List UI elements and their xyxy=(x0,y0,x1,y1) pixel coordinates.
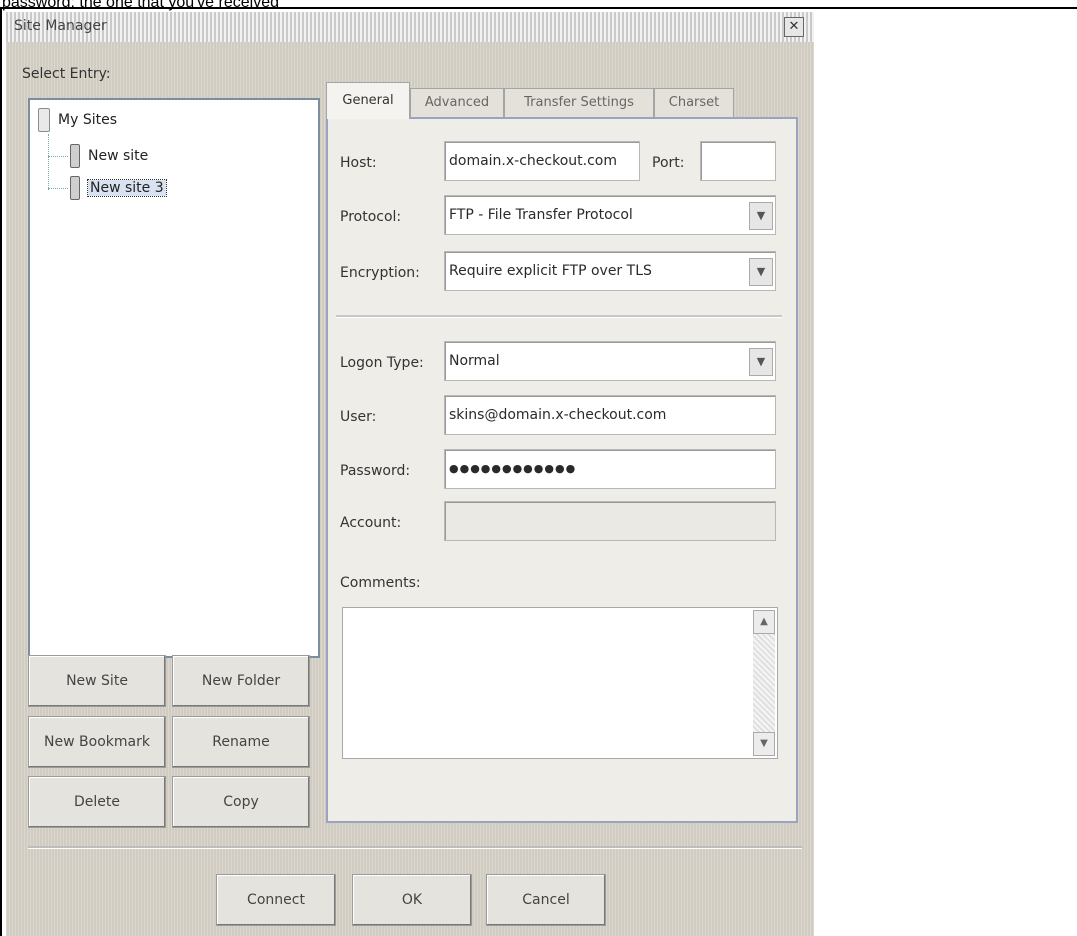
encryption-select[interactable]: Require explicit FTP over TLS ▼ xyxy=(444,251,776,291)
host-label: Host: xyxy=(340,155,377,171)
ok-button[interactable]: OK xyxy=(352,874,472,926)
select-entry-label: Select Entry: xyxy=(22,66,111,82)
logon-type-label: Logon Type: xyxy=(340,355,424,371)
window-title: Site Manager xyxy=(14,18,107,34)
server-icon xyxy=(70,144,80,168)
tab-advanced[interactable]: Advanced xyxy=(410,88,504,117)
protocol-value: FTP - File Transfer Protocol xyxy=(449,207,633,223)
tree-item-my-sites[interactable]: My Sites xyxy=(38,108,117,132)
account-label: Account: xyxy=(340,515,402,531)
site-tree[interactable]: My Sites New site New site 3 xyxy=(28,98,320,658)
site-manager-dialog: Site Manager ✕ Select Entry: My Sites Ne… xyxy=(6,12,814,936)
tree-item-label: New site xyxy=(88,148,149,164)
left-border xyxy=(0,7,2,936)
arrow-down-icon[interactable]: ▼ xyxy=(753,732,775,756)
user-input[interactable]: skins@domain.x-checkout.com xyxy=(444,395,776,435)
tree-connector xyxy=(48,156,68,157)
tab-general[interactable]: General xyxy=(326,82,410,119)
new-folder-button[interactable]: New Folder xyxy=(172,655,310,707)
new-site-button[interactable]: New Site xyxy=(28,655,166,707)
connect-button[interactable]: Connect xyxy=(216,874,336,926)
protocol-select[interactable]: FTP - File Transfer Protocol ▼ xyxy=(444,195,776,235)
caption-text: password: the one that you've received xyxy=(2,0,279,11)
section-divider xyxy=(336,315,782,318)
folder-icon xyxy=(38,108,50,132)
chevron-down-icon[interactable]: ▼ xyxy=(749,348,773,376)
tree-item-new-site-3[interactable]: New site 3 xyxy=(70,176,167,200)
title-bar[interactable]: Site Manager ✕ xyxy=(6,12,814,42)
chevron-down-icon[interactable]: ▼ xyxy=(749,202,773,230)
encryption-value: Require explicit FTP over TLS xyxy=(449,263,652,279)
tree-item-label: New site 3 xyxy=(87,179,167,197)
rename-button[interactable]: Rename xyxy=(172,716,310,768)
comments-label: Comments: xyxy=(340,575,421,591)
comments-scrollbar[interactable]: ▲ ▼ xyxy=(753,610,775,756)
logon-type-value: Normal xyxy=(449,353,500,369)
bottom-divider xyxy=(28,846,802,849)
close-icon[interactable]: ✕ xyxy=(784,17,804,37)
general-panel: Host: domain.x-checkout.com Port: Protoc… xyxy=(326,117,798,823)
user-label: User: xyxy=(340,409,377,425)
tree-item-label: My Sites xyxy=(58,112,117,128)
port-input[interactable] xyxy=(700,141,776,181)
caption-divider xyxy=(0,7,1077,9)
cancel-button[interactable]: Cancel xyxy=(486,874,606,926)
tree-connector xyxy=(48,134,49,190)
tab-transfer-settings[interactable]: Transfer Settings xyxy=(504,88,654,117)
host-input[interactable]: domain.x-checkout.com xyxy=(444,141,640,181)
encryption-label: Encryption: xyxy=(340,265,420,281)
arrow-up-icon[interactable]: ▲ xyxy=(753,610,775,634)
protocol-label: Protocol: xyxy=(340,209,402,225)
comments-textarea[interactable]: ▲ ▼ xyxy=(342,607,778,759)
account-input xyxy=(444,501,776,541)
password-label: Password: xyxy=(340,463,411,479)
chevron-down-icon[interactable]: ▼ xyxy=(749,258,773,286)
password-input[interactable]: ●●●●●●●●●●●● xyxy=(444,449,776,489)
delete-button[interactable]: Delete xyxy=(28,776,166,828)
new-bookmark-button[interactable]: New Bookmark xyxy=(28,716,166,768)
logon-type-select[interactable]: Normal ▼ xyxy=(444,341,776,381)
copy-button[interactable]: Copy xyxy=(172,776,310,828)
tab-charset[interactable]: Charset xyxy=(654,88,734,117)
port-label: Port: xyxy=(652,155,685,171)
tree-connector xyxy=(48,188,68,189)
server-icon xyxy=(70,176,80,200)
tree-item-new-site[interactable]: New site xyxy=(70,144,148,168)
